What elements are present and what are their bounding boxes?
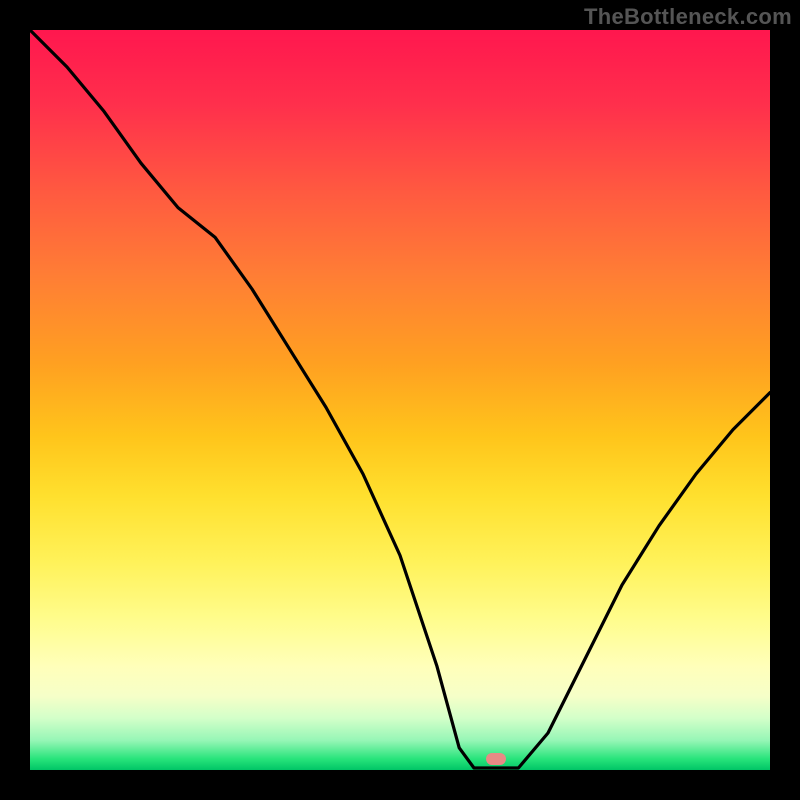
watermark-text: TheBottleneck.com	[584, 4, 792, 30]
selected-point-marker	[486, 753, 506, 765]
gradient-plot-area	[30, 30, 770, 770]
chart-frame: TheBottleneck.com	[0, 0, 800, 800]
